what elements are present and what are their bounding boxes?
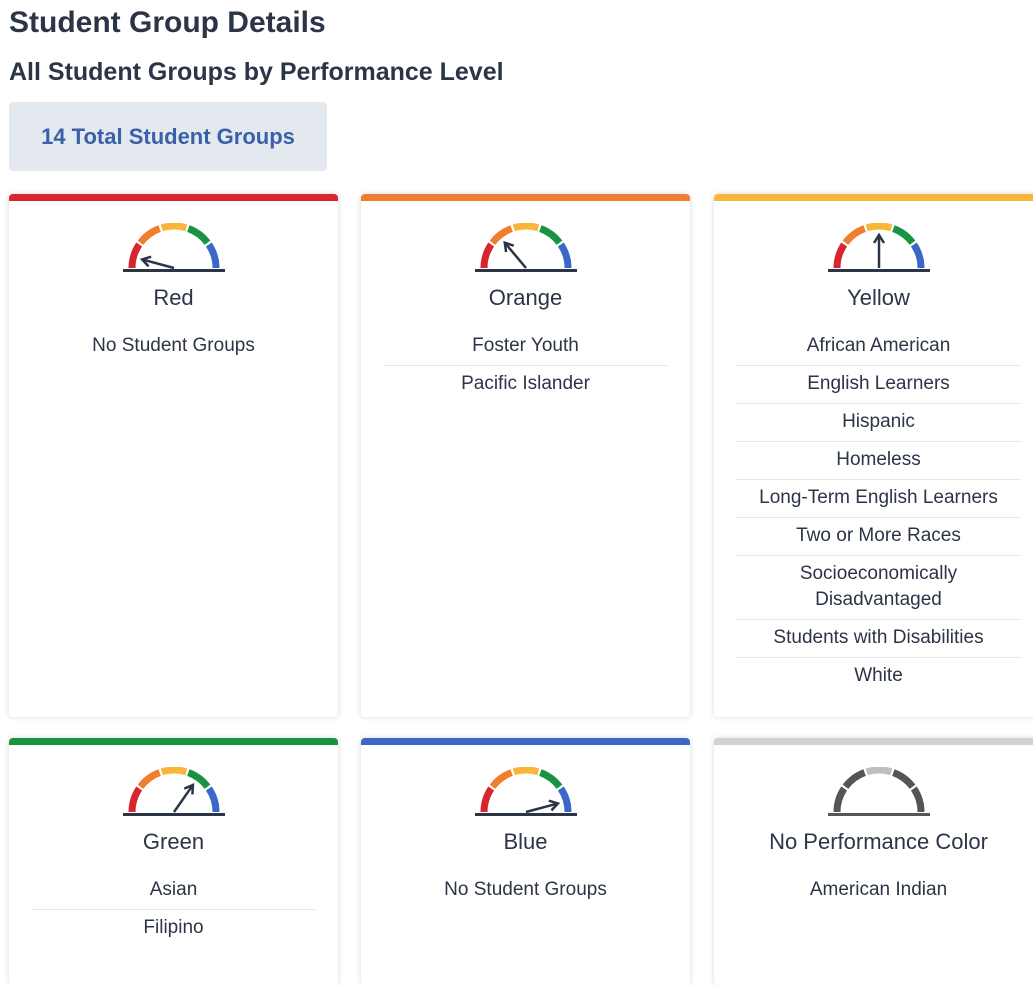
gauge-segment <box>137 769 161 789</box>
gauge-segment <box>865 223 892 232</box>
gauge-needle <box>502 240 527 269</box>
student-group-item: Pacific Islander <box>461 373 590 394</box>
gauge-segment <box>557 242 571 269</box>
level-name: Yellow <box>847 285 910 310</box>
level-card-no-performance-color: No Performance Color American Indian <box>714 738 1033 985</box>
gauge-segment <box>160 767 187 776</box>
gauge-segment <box>186 225 210 245</box>
level-name: Blue <box>503 829 548 854</box>
gauge-segment <box>842 225 866 245</box>
level-card-green: Green Asian Filipino <box>9 738 338 985</box>
gauge-segment <box>833 242 847 269</box>
level-card-blue: Blue No Student Groups <box>361 738 690 985</box>
level-card-red: Red No Student Groups <box>9 194 338 717</box>
student-group-item: Filipino <box>143 917 204 938</box>
student-group-item: No Student Groups <box>92 335 255 356</box>
page-title: Student Group Details <box>9 6 326 39</box>
gauge-segment <box>557 786 571 813</box>
gauge-needle <box>139 255 174 270</box>
gauge-orange-icon <box>474 223 577 272</box>
gauge-segment <box>538 769 562 789</box>
student-group-item: Foster Youth <box>383 328 668 366</box>
gauge-segment <box>489 769 513 789</box>
student-group-list: No Student Groups <box>383 872 668 909</box>
student-group-list: African American English Learners Hispanic… <box>736 328 1021 695</box>
student-group-item: Hispanic <box>736 404 1021 442</box>
section-title: All Student Groups by Performance Level <box>9 58 504 86</box>
gauge-segment <box>910 242 924 269</box>
gauge-segment <box>137 225 161 245</box>
gauge-yellow-icon <box>827 223 930 272</box>
total-student-groups-badge: 14 Total Student Groups <box>9 102 327 171</box>
student-group-item: African American <box>736 328 1021 366</box>
student-group-item: Two or More Races <box>736 518 1021 556</box>
student-group-item: American Indian <box>809 879 948 900</box>
level-card-orange: Orange Foster Youth Pacific Islander <box>361 194 690 717</box>
gauge-segment <box>512 223 539 232</box>
level-card-yellow: Yellow African American English Learners H… <box>714 194 1033 717</box>
gauge-blue-icon <box>474 767 577 816</box>
gauge-segment <box>205 786 219 813</box>
student-group-item: Homeless <box>736 442 1021 480</box>
student-group-item: Asian <box>31 872 316 910</box>
gauge-segment <box>842 769 866 789</box>
gauge-green-icon <box>122 767 225 816</box>
level-name: No Performance Color <box>769 829 988 854</box>
gauge-segment <box>891 225 915 245</box>
gauge-segment <box>891 769 915 789</box>
gauge-segment <box>833 786 847 813</box>
student-group-list: American Indian <box>736 872 1021 909</box>
gauge-segment <box>128 242 142 269</box>
student-group-item: No Student Groups <box>444 879 607 900</box>
student-group-item: English Learners <box>736 366 1021 404</box>
gauge-red-icon <box>122 223 225 272</box>
level-name: Red <box>153 285 194 310</box>
gauge-needle <box>872 232 885 268</box>
gauge-segment <box>512 767 539 776</box>
student-group-item: White <box>854 665 903 686</box>
gauge-segment <box>480 786 494 813</box>
student-group-list: Foster Youth Pacific Islander <box>383 328 668 403</box>
gauge-needle <box>172 783 194 813</box>
gauge-gray-icon <box>827 767 930 816</box>
gauge-segment <box>160 223 187 232</box>
student-group-list: Asian Filipino <box>31 872 316 947</box>
gauge-segment <box>910 786 924 813</box>
student-group-item: Students with Disabilities <box>736 620 1021 658</box>
gauge-segment <box>865 767 892 776</box>
level-name: Orange <box>488 285 563 310</box>
student-group-item: Socioeconomically Disadvantaged <box>736 556 1021 620</box>
gauge-segment <box>489 225 513 245</box>
level-name: Green <box>142 829 205 854</box>
gauge-segment <box>128 786 142 813</box>
gauge-segment <box>538 225 562 245</box>
student-group-list: No Student Groups <box>31 328 316 365</box>
student-group-item: Long-Term English Learners <box>736 480 1021 518</box>
gauge-segment <box>480 242 494 269</box>
gauge-needle <box>525 799 560 814</box>
gauge-segment <box>205 242 219 269</box>
